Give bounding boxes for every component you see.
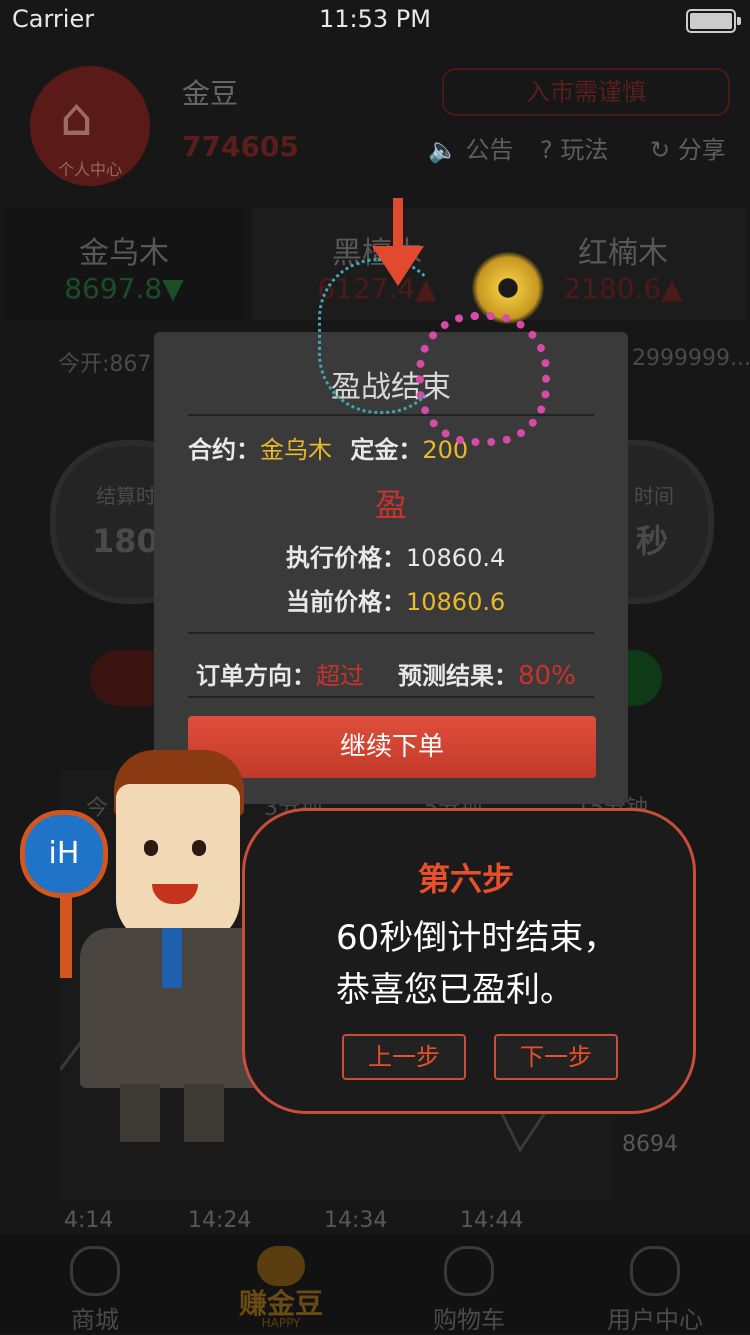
predict-value: 80% — [518, 661, 576, 691]
tab-earn[interactable]: 赚金豆 HAPPY — [206, 1234, 356, 1334]
open-price: 今开:867 — [58, 352, 152, 377]
contract-label: 合约： — [188, 436, 260, 464]
face — [116, 784, 240, 944]
x-tick: 14:24 — [188, 1208, 252, 1233]
user-icon — [630, 1246, 680, 1296]
x-tick: 14:44 — [460, 1208, 524, 1233]
x-tick: 14:34 — [324, 1208, 388, 1233]
shop-icon — [70, 1246, 120, 1296]
contract-row: 合约：金乌木 定金：200 — [188, 430, 468, 465]
cart-icon — [444, 1246, 494, 1296]
howto-link[interactable]: ? 玩法 — [540, 130, 608, 165]
current-value: 10860.6 — [406, 588, 506, 616]
down-arrow-icon — [393, 198, 403, 250]
howto-label: 玩法 — [560, 136, 609, 164]
divider — [188, 696, 594, 698]
clock: 11:53 PM — [319, 5, 431, 33]
tab-label: 商城 — [71, 1306, 119, 1334]
exec-label: 执行价格： — [286, 544, 406, 572]
divider — [188, 632, 594, 634]
tab-label: 用户中心 — [607, 1306, 703, 1334]
step-text-line2: 恭喜您已盈利。 — [336, 970, 574, 1010]
predict-row: 预测结果：80% — [398, 656, 576, 691]
next-step-button[interactable]: 下一步 — [494, 1034, 618, 1080]
current-label: 当前价格： — [286, 588, 406, 616]
tab-label: 购物车 — [433, 1306, 505, 1334]
bean-icon — [257, 1246, 305, 1286]
dial-label: 时间 — [634, 484, 674, 508]
product-price: 8697.8▼ — [64, 272, 184, 305]
tab-shop[interactable]: 商城 — [20, 1234, 170, 1334]
stat-right: 2999999... — [632, 346, 750, 371]
guide-character: iH — [20, 728, 270, 1148]
direction-row: 订单方向：超过 — [196, 656, 364, 691]
house-icon: ⌂ — [60, 88, 94, 148]
dial-value: 秒 — [636, 522, 669, 560]
coin-title: 金豆 — [182, 77, 239, 110]
step-text-line1: 60秒倒计时结束， — [336, 918, 618, 958]
deposit-label: 定金： — [350, 436, 423, 464]
tab-sublabel: HAPPY — [261, 1316, 301, 1330]
status-bar: Carrier 11:53 PM — [0, 0, 750, 40]
mouth — [152, 884, 198, 904]
eye — [192, 840, 206, 856]
leg — [184, 1084, 224, 1142]
battery-icon — [686, 9, 741, 33]
share-link[interactable]: ↻ 分享 — [650, 130, 726, 165]
exec-value: 10860.4 — [406, 544, 506, 572]
predict-label: 预测结果： — [398, 662, 518, 690]
warning-banner: 入市需谨慎 — [442, 68, 730, 116]
coin-value: 774605 — [182, 130, 299, 163]
share-label: 分享 — [677, 136, 726, 164]
tab-user[interactable]: 用户中心 — [580, 1234, 730, 1334]
current-price-row: 当前价格：10860.6 — [286, 582, 505, 617]
announcement-label: 公告 — [465, 136, 514, 164]
contract-value: 金乌木 — [260, 436, 332, 464]
tie — [162, 928, 182, 988]
step-title: 第六步 — [417, 860, 514, 898]
ih-badge: iH — [20, 810, 108, 898]
product-name: 金乌木 — [79, 236, 169, 271]
y-tick: 8694 — [622, 1132, 678, 1157]
direction-label: 订单方向： — [196, 662, 316, 690]
dial-label: 结算时 — [96, 484, 156, 508]
direction-value: 超过 — [316, 662, 364, 690]
prev-step-button[interactable]: 上一步 — [342, 1034, 466, 1080]
exec-price-row: 执行价格：10860.4 — [286, 538, 505, 573]
avatar[interactable]: ⌂ 个人中心 — [30, 66, 150, 186]
announcement-link[interactable]: 🔈 公告 — [428, 130, 514, 165]
x-tick: 4:14 — [64, 1208, 114, 1233]
product-tab-0[interactable]: 金乌木 8697.8▼ — [4, 208, 244, 320]
product-name: 红楠木 — [578, 236, 668, 271]
eye — [144, 840, 158, 856]
avatar-label: 个人中心 — [57, 160, 122, 179]
tab-cart[interactable]: 购物车 — [394, 1234, 544, 1334]
leg — [120, 1084, 160, 1142]
down-arrow-head-icon — [372, 246, 424, 286]
result-label: 盈 — [374, 486, 407, 524]
